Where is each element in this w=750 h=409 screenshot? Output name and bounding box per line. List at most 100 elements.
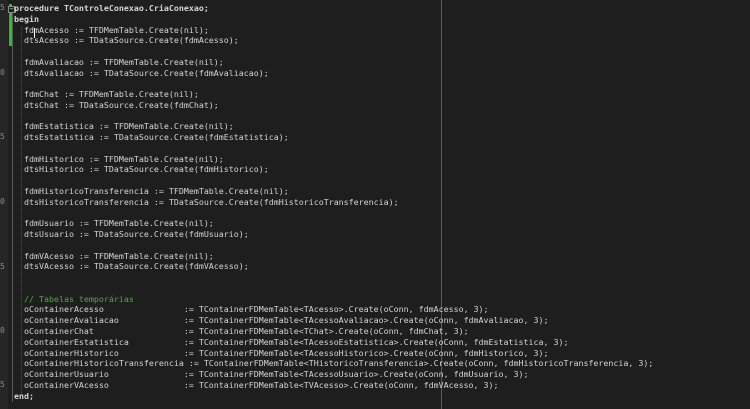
code-line[interactable]: dtsUsuario := TDataSource.Create(fdmUsua…	[14, 229, 750, 240]
code-text: oContainerChat := TContainerFDMemTable<T…	[14, 325, 469, 336]
code-text: dtsUsuario := TDataSource.Create(fdmUsua…	[14, 229, 249, 240]
code-text: fdmHistorico := TFDMemTable.Create(nil);	[14, 153, 224, 164]
line-number	[0, 89, 8, 99]
code-text: oContainerAvaliacao := TContainerFDMemTa…	[14, 315, 549, 326]
line-number	[0, 337, 8, 347]
code-text: oContainerHistorico := TContainerFDMemTa…	[14, 347, 549, 358]
code-line[interactable]	[14, 78, 750, 89]
line-number	[0, 348, 8, 358]
code-line[interactable]: dtsEstatistica := TDataSource.Create(fdm…	[14, 132, 750, 143]
code-text: fdmEstatistica := TFDMemTable.Create(nil…	[14, 121, 234, 132]
code-line[interactable]: procedure TControleConexao.CriaConexao;	[14, 3, 750, 14]
code-fold-line	[12, 6, 13, 402]
line-number	[0, 229, 8, 239]
code-keyword-line: begin	[14, 13, 39, 24]
code-line[interactable]: end;	[14, 391, 750, 402]
line-number	[0, 391, 8, 401]
line-number	[0, 111, 8, 121]
code-text: dtsVAcesso := TDataSource.Create(fdmVAce…	[14, 261, 249, 272]
line-number: 5	[0, 380, 5, 390]
line-number: 5	[0, 132, 5, 142]
line-number	[0, 240, 8, 250]
code-line[interactable]: oContainerAvaliacao := TContainerFDMemTa…	[14, 315, 750, 326]
code-keyword-line: procedure TControleConexao.CriaConexao;	[14, 3, 209, 13]
text-caret	[34, 28, 35, 38]
code-line[interactable]: fdmEstatistica := TFDMemTable.Create(nil…	[14, 121, 750, 132]
code-line[interactable]: dtsHistorico := TDataSource.Create(fdmHi…	[14, 164, 750, 175]
line-number: 5	[0, 261, 5, 271]
code-text: oContainerEstatistica := TContainerFDMem…	[14, 336, 569, 347]
code-line[interactable]: oContainerHistoricoTransferencia := TCon…	[14, 358, 750, 369]
line-number	[0, 186, 8, 196]
line-number	[0, 122, 8, 132]
code-text: fdmVAcesso := TFDMemTable.Create(nil);	[14, 250, 214, 261]
code-line[interactable]: oContainerAcesso := TContainerFDMemTable…	[14, 304, 750, 315]
code-text: dtsHistorico := TDataSource.Create(fdmHi…	[14, 164, 269, 175]
code-text: fdmAcesso := TFDMemTable.Create(nil);	[14, 24, 209, 35]
code-line[interactable]: // Tabelas temporárias	[14, 294, 750, 305]
code-line[interactable]	[14, 283, 750, 294]
line-number	[0, 14, 8, 24]
line-number	[0, 219, 8, 229]
code-text: dtsHistoricoTransferencia := TDataSource…	[14, 196, 399, 207]
code-text: dtsEstatistica := TDataSource.Create(fdm…	[14, 132, 289, 143]
code-text: oContainerAcesso := TContainerFDMemTable…	[14, 304, 489, 315]
line-number	[0, 294, 8, 304]
line-number	[0, 57, 8, 67]
code-line[interactable]: oContainerHistorico := TContainerFDMemTa…	[14, 348, 750, 359]
line-number: 5	[0, 3, 5, 12]
code-text: dtsAvaliacao := TDataSource.Create(fdmAv…	[14, 67, 269, 78]
code-line[interactable]	[14, 175, 750, 186]
line-number	[0, 208, 8, 218]
code-text: dtsAcesso := TDataSource.Create(fdmAcess…	[14, 35, 239, 46]
line-number	[0, 251, 8, 261]
code-text: oContainerVAcesso := TContainerFDMemTabl…	[14, 379, 499, 390]
code-line[interactable]: fdmChat := TFDMemTable.Create(nil);	[14, 89, 750, 100]
line-number	[0, 35, 8, 45]
code-editor[interactable]: 5050505 − procedure TControleConexao.Cri…	[0, 0, 750, 409]
code-line[interactable]: oContainerUsuario := TContainerFDMemTabl…	[14, 369, 750, 380]
line-number: 0	[0, 326, 5, 336]
code-text: fdmUsuario := TFDMemTable.Create(nil);	[14, 218, 214, 229]
line-number	[0, 175, 8, 185]
code-text: oContainerHistoricoTransferencia := TCon…	[14, 358, 654, 369]
code-line[interactable]: fdmHistoricoTransferencia := TFDMemTable…	[14, 186, 750, 197]
code-line[interactable]: oContainerEstatistica := TContainerFDMem…	[14, 337, 750, 348]
code-line[interactable]: dtsVAcesso := TDataSource.Create(fdmVAce…	[14, 261, 750, 272]
code-line[interactable]: begin	[14, 14, 750, 25]
code-line[interactable]	[14, 111, 750, 122]
code-line[interactable]	[14, 272, 750, 283]
code-line[interactable]: oContainerChat := TContainerFDMemTable<T…	[14, 326, 750, 337]
code-line[interactable]: dtsAcesso := TDataSource.Create(fdmAcess…	[14, 35, 750, 46]
line-number: 0	[0, 197, 5, 207]
code-line[interactable]: fdmVAcesso := TFDMemTable.Create(nil);	[14, 251, 750, 262]
line-number	[0, 370, 8, 380]
code-line[interactable]: oContainerVAcesso := TContainerFDMemTabl…	[14, 380, 750, 391]
code-text: fdmChat := TFDMemTable.Create(nil);	[14, 89, 199, 100]
code-line[interactable]: fdmAcesso := TFDMemTable.Create(nil);	[14, 25, 750, 36]
line-number	[0, 305, 8, 315]
code-text: oContainerUsuario := TContainerFDMemTabl…	[14, 369, 529, 380]
code-line[interactable]	[14, 240, 750, 251]
code-line[interactable]: dtsHistoricoTransferencia := TDataSource…	[14, 197, 750, 208]
code-line[interactable]: dtsChat := TDataSource.Create(fdmChat);	[14, 100, 750, 111]
code-line[interactable]	[14, 46, 750, 57]
code-line[interactable]: fdmUsuario := TFDMemTable.Create(nil);	[14, 218, 750, 229]
code-keyword-line: end;	[14, 390, 34, 401]
code-comment: // Tabelas temporárias	[14, 293, 134, 304]
code-line[interactable]	[14, 208, 750, 219]
line-number	[0, 154, 8, 164]
code-line[interactable]: dtsAvaliacao := TDataSource.Create(fdmAv…	[14, 68, 750, 79]
line-number	[0, 46, 8, 56]
line-number-gutter: 5 0 5 0 5 0 5	[0, 0, 8, 409]
line-number	[0, 78, 8, 88]
line-number	[0, 143, 8, 153]
line-number	[0, 283, 8, 293]
line-number	[0, 273, 8, 283]
code-line[interactable]: fdmHistorico := TFDMemTable.Create(nil);	[14, 154, 750, 165]
line-number	[0, 359, 8, 369]
code-area[interactable]: procedure TControleConexao.CriaConexao; b…	[14, 3, 750, 401]
code-line[interactable]	[14, 143, 750, 154]
line-number	[0, 25, 8, 35]
code-line[interactable]: fdmAvaliacao := TFDMemTable.Create(nil);	[14, 57, 750, 68]
